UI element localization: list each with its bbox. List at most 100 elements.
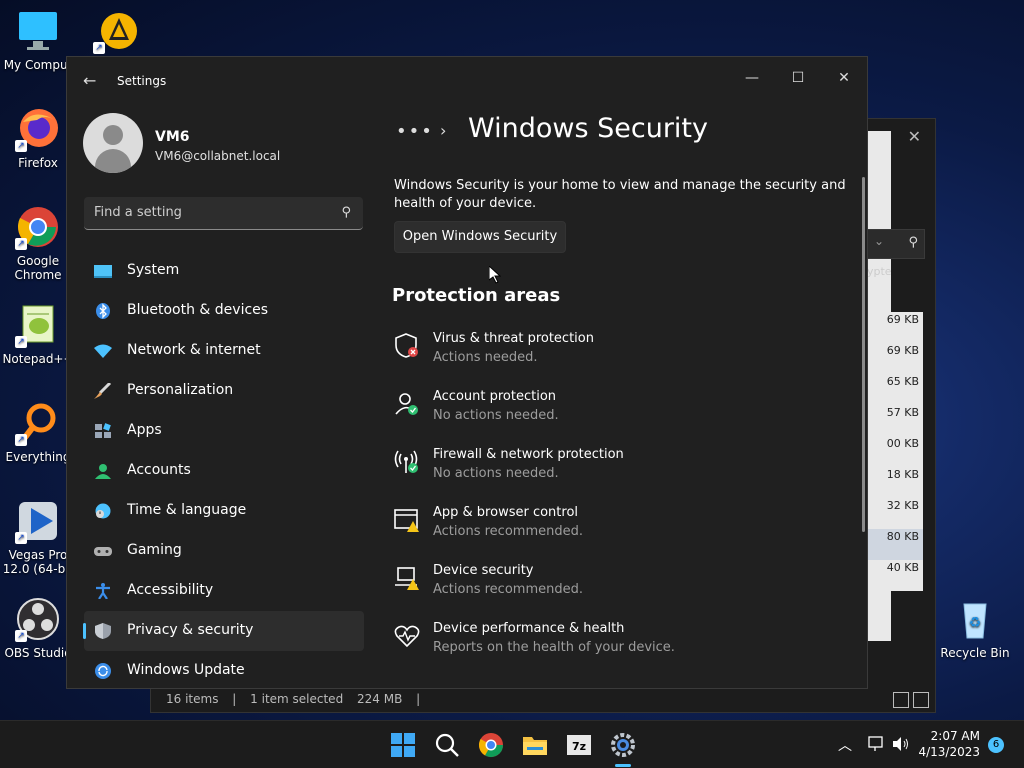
search-icon	[435, 733, 459, 757]
list-item-app-browser[interactable]: App & browser control Actions recommende…	[392, 499, 852, 557]
sidebar-item-accounts[interactable]: Accounts	[84, 451, 364, 491]
app-browser-icon	[394, 509, 419, 532]
selection-count: 1 item selected	[250, 692, 344, 706]
network-icon[interactable]	[868, 736, 886, 752]
shortcut-arrow-icon: ↗	[15, 140, 27, 152]
search-input[interactable]: Find a setting ⚲	[84, 197, 363, 230]
search-icon[interactable]: ⚲	[908, 235, 918, 250]
obs-icon: ↗	[15, 596, 61, 642]
details-view-icon[interactable]	[893, 692, 909, 708]
file-size-selected[interactable]: 80 KB	[867, 529, 923, 560]
notification-badge[interactable]: 6	[988, 737, 1004, 753]
sidebar-item-apps[interactable]: Apps	[84, 411, 364, 451]
close-button[interactable]: ✕	[821, 63, 867, 93]
gamepad-icon	[94, 547, 112, 556]
monitor-icon	[15, 8, 61, 54]
clock[interactable]: 2:07 AM 4/13/2023	[918, 728, 980, 760]
desktop-icon-chrome[interactable]: ↗ Google Chrome	[0, 204, 76, 282]
desktop-icon-obs[interactable]: ↗ OBS Studio	[0, 596, 76, 660]
sidebar-nav: System Bluetooth & devices Network & int…	[83, 251, 364, 688]
search-icon[interactable]: ⚲	[341, 205, 351, 220]
scrollbar[interactable]	[862, 177, 865, 532]
back-arrow-icon[interactable]: ←	[83, 71, 96, 90]
settings-window: ← Settings — ☐ ✕ VM6 VM6@collabnet.local…	[66, 56, 868, 689]
shortcut-arrow-icon: ↗	[15, 238, 27, 250]
breadcrumb-ellipsis-button[interactable]: •••	[396, 121, 434, 142]
type-column-header[interactable]: ypte	[867, 265, 892, 278]
shortcut-arrow-icon: ↗	[15, 434, 27, 446]
desktop-icon-notepadpp[interactable]: ↗ Notepad++	[0, 302, 76, 366]
list-item-device-security[interactable]: Device security Actions recommended.	[392, 557, 852, 615]
user-email: VM6@collabnet.local	[155, 149, 281, 163]
desktop-icon-label: Recycle Bin	[940, 646, 1010, 660]
minimize-button[interactable]: —	[729, 63, 775, 93]
shortcut-arrow-icon: ↗	[15, 532, 27, 544]
file-size[interactable]: 57 KB	[867, 405, 923, 436]
notepadpp-icon: ↗	[15, 302, 61, 348]
file-size[interactable]: 40 KB	[867, 560, 923, 591]
tray-chevron-icon[interactable]: ︿	[838, 735, 852, 755]
list-item-firewall[interactable]: Firewall & network protection No actions…	[392, 441, 852, 499]
mouse-cursor-icon	[489, 266, 501, 284]
sidebar-item-label: Privacy & security	[127, 622, 254, 638]
brush-icon	[94, 383, 112, 399]
sidebar-item-bluetooth[interactable]: Bluetooth & devices	[84, 291, 364, 331]
file-size[interactable]: 18 KB	[867, 467, 923, 498]
desktop-icon-recycle-bin[interactable]: ♻ Recycle Bin	[937, 596, 1013, 660]
file-size[interactable]: 00 KB	[867, 436, 923, 467]
list-item-virus-threat[interactable]: Virus & threat protection Actions needed…	[392, 325, 852, 383]
file-size[interactable]: 65 KB	[867, 374, 923, 405]
desktop-icon-vegas[interactable]: ↗ Vegas Pro 12.0 (64-bit	[0, 498, 76, 576]
folder-icon	[523, 737, 547, 755]
file-size[interactable]: 69 KB	[867, 343, 923, 374]
desktop-icon-label: Everything	[5, 450, 71, 464]
taskbar-7zip[interactable]: 7z	[565, 731, 593, 759]
desktop-icon-my-computer[interactable]: My Comput	[0, 8, 76, 72]
divider: |	[416, 692, 421, 706]
desktop-icon-everything[interactable]: ↗ Everything	[0, 400, 76, 464]
page-title: Windows Security	[468, 113, 708, 144]
sidebar-item-time-language[interactable]: Time & language	[84, 491, 364, 531]
taskbar-chrome[interactable]	[477, 731, 505, 759]
chevron-right-icon: ›	[440, 121, 447, 140]
sidebar-item-network[interactable]: Network & internet	[84, 331, 364, 371]
open-windows-security-button[interactable]: Open Windows Security	[394, 221, 566, 253]
sidebar-item-label: Accessibility	[127, 582, 214, 598]
avatar-head	[103, 125, 123, 145]
view-toggle	[893, 692, 929, 708]
explorer-search-box[interactable]: ⌄ ⚲	[867, 229, 925, 259]
recycle-bin-icon: ♻	[952, 596, 998, 642]
aimp-icon: ↗	[93, 8, 139, 54]
sidebar-item-personalization[interactable]: Personalization	[84, 371, 364, 411]
close-icon[interactable]: ✕	[908, 127, 921, 146]
maximize-button[interactable]: ☐	[775, 63, 821, 93]
date: 4/13/2023	[918, 745, 980, 759]
dropdown-chevron-icon[interactable]: ⌄	[874, 234, 884, 248]
sidebar-item-system[interactable]: System	[84, 251, 364, 291]
list-item-account-protection[interactable]: Account protection No actions needed.	[392, 383, 852, 441]
sidebar-item-privacy-security[interactable]: Privacy & security	[83, 611, 364, 651]
sidebar-item-gaming[interactable]: Gaming	[84, 531, 364, 571]
taskbar-settings[interactable]	[609, 731, 637, 767]
sidebar-item-windows-update[interactable]: Windows Update	[84, 651, 364, 688]
tiles-view-icon[interactable]	[913, 692, 929, 708]
everything-search-icon: ↗	[15, 400, 61, 446]
desktop-icon-aimp[interactable]: ↗	[78, 8, 154, 58]
volume-icon[interactable]	[892, 736, 910, 752]
file-size[interactable]: 32 KB	[867, 498, 923, 529]
device-security-icon	[395, 567, 419, 590]
shield-icon	[95, 623, 111, 639]
accessibility-icon	[96, 583, 110, 599]
start-button[interactable]	[389, 731, 417, 759]
list-item-device-performance[interactable]: Device performance & health Reports on t…	[392, 615, 852, 673]
desktop-icon-firefox[interactable]: ↗ Firefox	[0, 106, 76, 170]
area-title: App & browser control	[433, 505, 579, 520]
firefox-icon: ↗	[15, 106, 61, 152]
area-status: No actions needed.	[433, 466, 559, 481]
taskbar-file-explorer[interactable]	[521, 731, 549, 759]
file-size[interactable]: 69 KB	[867, 312, 923, 343]
apps-icon	[95, 423, 111, 438]
search-button[interactable]	[433, 731, 461, 759]
sidebar-item-accessibility[interactable]: Accessibility	[84, 571, 364, 611]
clock-globe-icon	[95, 503, 111, 519]
